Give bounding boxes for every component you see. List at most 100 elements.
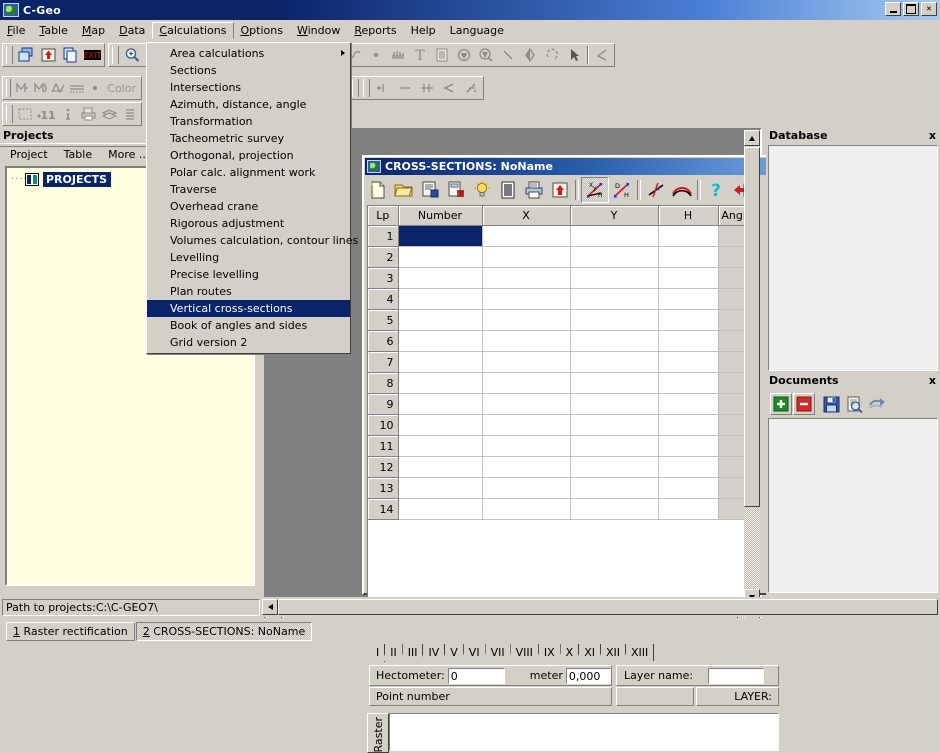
copy-windows-icon[interactable] <box>15 44 37 65</box>
column-header-h[interactable]: H <box>658 206 719 226</box>
text-icon[interactable]: T <box>409 44 431 65</box>
grid-icon[interactable] <box>67 78 87 99</box>
menu-item-overhead-crane[interactable]: Overhead crane <box>147 198 350 215</box>
cell-y[interactable] <box>570 456 659 478</box>
section-tab-XII[interactable]: XII <box>597 643 626 661</box>
open-folder-icon[interactable] <box>391 178 417 202</box>
cell-h[interactable] <box>658 414 719 436</box>
menu-item-volumes-calculation-contour-lines[interactable]: Volumes calculation, contour lines <box>147 232 358 249</box>
menu-data[interactable]: Data <box>112 22 152 39</box>
cell-h[interactable] <box>658 456 719 478</box>
print-icon[interactable] <box>78 104 99 125</box>
cell-x[interactable] <box>482 225 571 247</box>
cell-h[interactable] <box>658 393 719 415</box>
section-tab-II[interactable]: II <box>382 643 403 661</box>
cell-h[interactable] <box>658 477 719 499</box>
cell-number[interactable] <box>398 477 483 499</box>
cell-number[interactable] <box>398 435 483 457</box>
menu-reports[interactable]: Reports <box>347 22 403 39</box>
cell-h[interactable] <box>658 246 719 268</box>
cell-y[interactable] <box>570 435 659 457</box>
section-tab-IV[interactable]: IV <box>420 643 446 661</box>
mirror-icon[interactable] <box>519 44 541 65</box>
menu-calculations[interactable]: Calculations <box>152 21 234 39</box>
bulb-icon[interactable] <box>469 178 495 202</box>
arrow-left-icon[interactable] <box>438 78 460 99</box>
column-header-number[interactable]: Number <box>398 206 483 226</box>
layers-icon[interactable] <box>99 104 120 125</box>
documents-panel-body[interactable] <box>768 418 938 593</box>
map-right-icon[interactable] <box>31 78 49 99</box>
mdi-vscrollbar[interactable] <box>744 130 760 605</box>
menu-item-polar-calc-alignment-work[interactable]: Polar calc. alignment work <box>147 164 350 181</box>
save-floppy-icon[interactable] <box>820 393 842 415</box>
menu-item-traverse[interactable]: Traverse <box>147 181 350 198</box>
database-panel-body[interactable] <box>768 145 938 371</box>
dh-line-icon[interactable]: D H <box>609 178 635 202</box>
layer-extra-field[interactable] <box>616 687 694 706</box>
cell-y[interactable] <box>570 267 659 289</box>
cell-y[interactable] <box>570 351 659 373</box>
print-icon[interactable] <box>521 178 547 202</box>
exit-icon[interactable]: EXIT <box>81 44 103 65</box>
menu-window[interactable]: Window <box>290 22 347 39</box>
raster-tab[interactable]: Raster <box>367 713 389 753</box>
close-icon[interactable]: x <box>927 129 938 142</box>
new-document-icon[interactable] <box>365 178 391 202</box>
section-tab-XI[interactable]: XI <box>576 643 601 661</box>
dot-icon[interactable] <box>87 78 103 99</box>
cell-number[interactable] <box>398 414 483 436</box>
save-document-icon[interactable] <box>417 178 443 202</box>
cell-h[interactable] <box>658 288 719 310</box>
info-icon[interactable] <box>57 104 78 125</box>
cross-sections-data-grid[interactable]: Lp Number X Y H Angle 1 2 3 4 5 6 7 8 9 … <box>367 205 757 625</box>
cell-y[interactable] <box>570 414 659 436</box>
menu-item-intersections[interactable]: Intersections <box>147 79 350 96</box>
cell-x[interactable] <box>482 309 571 331</box>
menu-item-orthogonal-projection[interactable]: Orthogonal, projection <box>147 147 350 164</box>
map-left-icon[interactable] <box>13 78 31 99</box>
symbol-search-icon[interactable] <box>475 44 497 65</box>
slash-icon[interactable] <box>460 78 482 99</box>
cell-y[interactable] <box>570 393 659 415</box>
number-11-icon[interactable]: 11 <box>35 104 57 125</box>
close-icon[interactable]: x <box>927 374 938 387</box>
toolbar-grip-2[interactable] <box>363 79 370 97</box>
cell-x[interactable] <box>482 246 571 268</box>
cell-h[interactable] <box>658 330 719 352</box>
arch-profile-icon[interactable] <box>669 178 695 202</box>
section-tab-X[interactable]: X <box>557 643 580 661</box>
close-button[interactable]: ✕ <box>921 2 937 16</box>
angle-icon[interactable] <box>591 44 613 65</box>
toolbar-grip[interactable] <box>112 45 119 64</box>
toolbar-grip[interactable] <box>6 45 13 64</box>
menu-options[interactable]: Options <box>234 22 290 39</box>
cell-y[interactable] <box>570 309 659 331</box>
scroll-up-button[interactable] <box>744 130 760 146</box>
cell-number[interactable] <box>398 267 483 289</box>
remove-minus-icon[interactable] <box>793 393 815 415</box>
menu-item-azimuth-distance-angle[interactable]: Azimuth, distance, angle <box>147 96 350 113</box>
preview-icon[interactable] <box>843 393 865 415</box>
add-plus-icon[interactable] <box>770 393 792 415</box>
cell-h[interactable] <box>658 225 719 247</box>
cell-h[interactable] <box>658 309 719 331</box>
menu-item-grid-version-2[interactable]: Grid version 2 <box>147 334 350 351</box>
toolbar-grip[interactable] <box>6 105 13 123</box>
export-up-red-icon[interactable] <box>547 178 573 202</box>
select-arrow-icon[interactable] <box>563 44 585 65</box>
scroll-thumb[interactable] <box>744 147 760 507</box>
cell-y[interactable] <box>570 372 659 394</box>
section-tab-XIII[interactable]: XIII <box>623 643 655 661</box>
duplicate-icon[interactable] <box>59 44 81 65</box>
cell-x[interactable] <box>482 372 571 394</box>
cell-number[interactable] <box>398 372 483 394</box>
menu-map[interactable]: Map <box>75 22 112 39</box>
menu-item-transformation[interactable]: Transformation <box>147 113 350 130</box>
help-question-icon[interactable]: ? <box>703 178 729 202</box>
cell-number[interactable] <box>398 351 483 373</box>
column-header-lp[interactable]: Lp <box>368 206 399 226</box>
section-tab-VII[interactable]: VII <box>482 643 511 661</box>
cell-x[interactable] <box>482 288 571 310</box>
toolbar-grip[interactable] <box>352 79 359 97</box>
